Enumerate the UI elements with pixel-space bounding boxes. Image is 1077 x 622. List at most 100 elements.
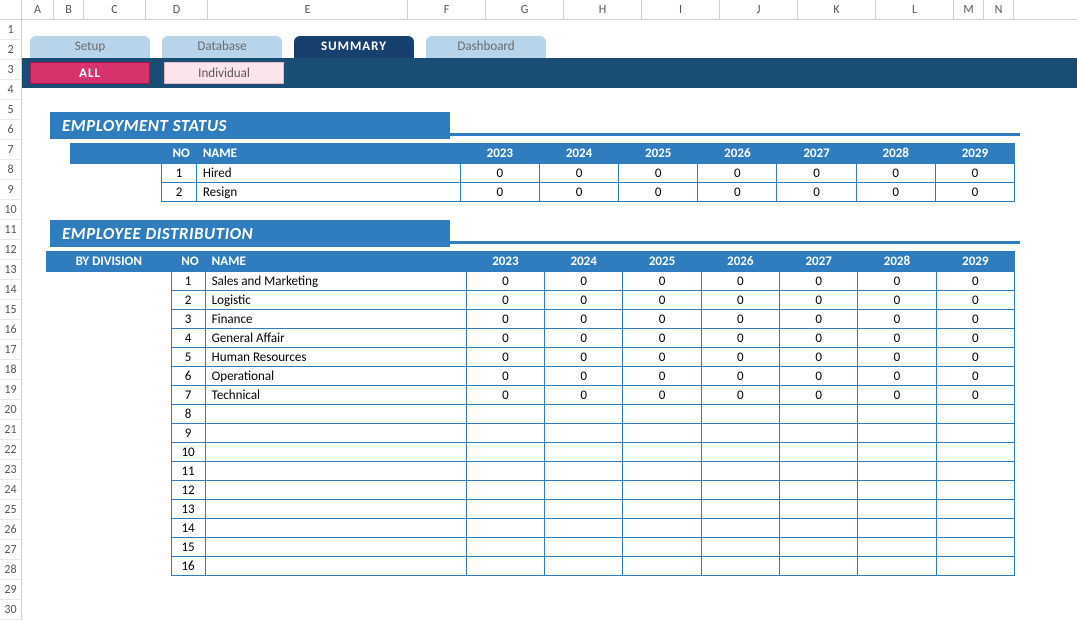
cell-value[interactable]: 0 (460, 164, 539, 183)
cell-no[interactable]: 9 (171, 424, 205, 443)
column-header[interactable]: J (720, 0, 798, 19)
row-header[interactable]: 16 (0, 320, 22, 340)
row-header[interactable]: 6 (0, 120, 22, 140)
cell-value[interactable]: 0 (779, 386, 857, 405)
row-header[interactable]: 24 (0, 480, 22, 500)
cell-value[interactable]: 0 (623, 386, 701, 405)
cell-no[interactable]: 12 (171, 481, 205, 500)
cell-value[interactable] (701, 443, 779, 462)
row-header[interactable]: 20 (0, 400, 22, 420)
cell-value[interactable] (466, 462, 544, 481)
cell-value[interactable]: 0 (545, 291, 623, 310)
cell-value[interactable] (545, 462, 623, 481)
cell-value[interactable]: 0 (545, 329, 623, 348)
cell-value[interactable]: 0 (779, 272, 857, 291)
tab-dashboard[interactable]: Dashboard (426, 36, 546, 58)
cell-value[interactable]: 0 (698, 183, 777, 202)
row-header[interactable]: 14 (0, 280, 22, 300)
cell-name[interactable] (205, 500, 466, 519)
cell-value[interactable]: 0 (701, 386, 779, 405)
cell-value[interactable]: 0 (858, 386, 936, 405)
cell-value[interactable] (623, 405, 701, 424)
row-header[interactable]: 21 (0, 420, 22, 440)
column-header[interactable]: L (876, 0, 954, 19)
row-header[interactable]: 28 (0, 560, 22, 580)
cell-value[interactable] (701, 481, 779, 500)
cell-value[interactable] (701, 557, 779, 576)
cell-value[interactable] (701, 500, 779, 519)
cell-value[interactable]: 0 (936, 386, 1014, 405)
row-header[interactable]: 23 (0, 460, 22, 480)
cell-value[interactable] (623, 519, 701, 538)
cell-value[interactable]: 0 (858, 329, 936, 348)
cell-value[interactable] (701, 424, 779, 443)
cell-value[interactable] (623, 538, 701, 557)
cell-value[interactable] (545, 405, 623, 424)
cell-name[interactable]: General Affair (205, 329, 466, 348)
row-header[interactable]: 1 (0, 20, 22, 40)
cell-value[interactable] (701, 405, 779, 424)
column-header[interactable]: M (954, 0, 984, 19)
cell-value[interactable]: 0 (777, 164, 856, 183)
cell-value[interactable]: 0 (545, 386, 623, 405)
cell-value[interactable] (858, 500, 936, 519)
cell-value[interactable]: 0 (701, 348, 779, 367)
cell-value[interactable] (545, 443, 623, 462)
cell-value[interactable]: 0 (936, 310, 1014, 329)
cell-value[interactable] (858, 557, 936, 576)
filter-all-button[interactable]: ALL (30, 62, 150, 84)
tab-setup[interactable]: Setup (30, 36, 150, 58)
cell-value[interactable] (466, 405, 544, 424)
cell-value[interactable]: 0 (701, 367, 779, 386)
cell-value[interactable]: 0 (466, 291, 544, 310)
cell-value[interactable] (466, 443, 544, 462)
cell-value[interactable]: 0 (698, 164, 777, 183)
cell-name[interactable] (205, 481, 466, 500)
cell-value[interactable]: 0 (779, 367, 857, 386)
cell-value[interactable] (466, 557, 544, 576)
cell-value[interactable] (779, 405, 857, 424)
tab-database[interactable]: Database (162, 36, 282, 58)
cell-value[interactable]: 0 (545, 367, 623, 386)
cell-name[interactable]: Finance (205, 310, 466, 329)
cell-value[interactable]: 0 (545, 348, 623, 367)
cell-name[interactable] (205, 538, 466, 557)
cell-value[interactable] (779, 462, 857, 481)
column-header[interactable]: D (146, 0, 208, 19)
cell-value[interactable]: 0 (779, 329, 857, 348)
cell-value[interactable]: 0 (858, 272, 936, 291)
cell-name[interactable]: Human Resources (205, 348, 466, 367)
cell-name[interactable] (205, 424, 466, 443)
row-header[interactable]: 9 (0, 180, 22, 200)
cell-value[interactable] (466, 500, 544, 519)
cell-name[interactable]: Technical (205, 386, 466, 405)
cell-value[interactable]: 0 (701, 310, 779, 329)
cell-name[interactable]: Sales and Marketing (205, 272, 466, 291)
row-header[interactable]: 26 (0, 520, 22, 540)
cell-value[interactable] (936, 557, 1014, 576)
cell-no[interactable]: 7 (171, 386, 205, 405)
cell-value[interactable] (701, 538, 779, 557)
tab-summary[interactable]: SUMMARY (294, 36, 414, 58)
cell-value[interactable] (858, 538, 936, 557)
cell-no[interactable]: 3 (171, 310, 205, 329)
column-header[interactable]: E (208, 0, 408, 19)
row-header[interactable]: 27 (0, 540, 22, 560)
row-header[interactable]: 13 (0, 260, 22, 280)
cell-no[interactable]: 16 (171, 557, 205, 576)
column-header[interactable]: A (22, 0, 54, 19)
cell-value[interactable] (858, 443, 936, 462)
cell-value[interactable] (858, 481, 936, 500)
cell-name[interactable] (205, 405, 466, 424)
cell-value[interactable]: 0 (466, 329, 544, 348)
cell-value[interactable]: 0 (858, 367, 936, 386)
cell-name[interactable] (205, 462, 466, 481)
cell-value[interactable] (779, 481, 857, 500)
cell-value[interactable] (466, 424, 544, 443)
cell-value[interactable]: 0 (623, 329, 701, 348)
cell-no[interactable]: 8 (171, 405, 205, 424)
row-header[interactable]: 4 (0, 80, 22, 100)
cell-value[interactable]: 0 (545, 272, 623, 291)
cell-value[interactable]: 0 (936, 291, 1014, 310)
cell-value[interactable] (936, 424, 1014, 443)
